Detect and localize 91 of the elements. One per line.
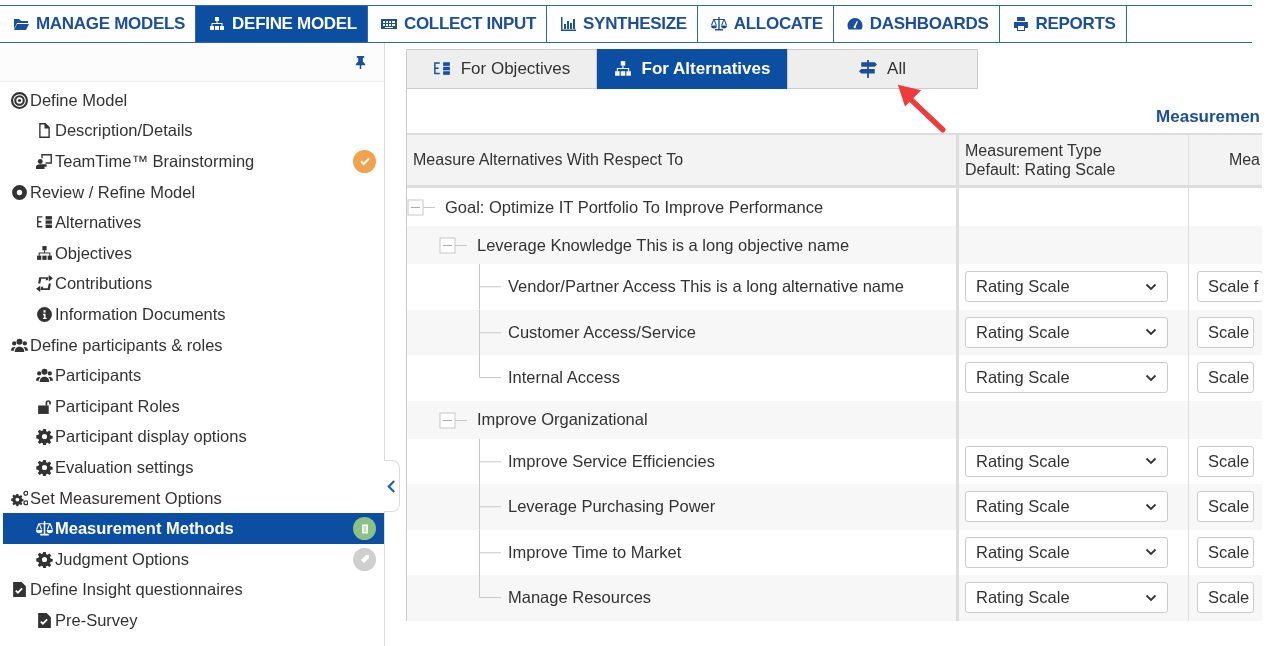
sidebar-item[interactable]: Set Measurement Options [3, 482, 384, 514]
sidebar-item[interactable]: Review / Refine Model [3, 176, 384, 208]
caret-icon [1145, 373, 1157, 382]
lock-icon [36, 397, 53, 415]
collapse-handle[interactable] [384, 460, 400, 512]
tree-line [479, 438, 501, 484]
folder-icon [12, 16, 30, 32]
scale-dropdown[interactable]: Scale [1197, 316, 1255, 348]
sidebar-item[interactable]: Judgment Options [3, 543, 384, 575]
tab[interactable]: For Objectives [406, 49, 597, 89]
measurement-type-dropdown[interactable]: Rating Scale [965, 316, 1168, 348]
document-check-icon [11, 581, 28, 599]
pin-icon[interactable] [353, 54, 368, 70]
arrows-icon [36, 275, 53, 293]
column-header: Measure Alternatives With Respect To [412, 150, 685, 171]
sidebar-item[interactable]: Evaluation settings [3, 452, 384, 483]
scale-dropdown[interactable]: Scale [1197, 582, 1255, 614]
document-badge [353, 517, 376, 541]
sidebar-item[interactable]: Define Model [3, 85, 384, 116]
gear-icon [36, 550, 53, 568]
measurement-type-dropdown[interactable]: Rating Scale [965, 362, 1168, 394]
scale-dropdown[interactable]: Scale [1197, 536, 1255, 568]
sidebar-item[interactable]: Objectives [3, 237, 384, 269]
users-icon [11, 336, 28, 354]
presenter-icon [36, 153, 53, 170]
gauge-icon [845, 16, 864, 32]
tree-node-label: Leverage Knowledge This is a long objective name [477, 235, 850, 255]
sidebar-item[interactable]: Participant Roles [3, 390, 384, 422]
tree-node-label: Vendor/Partner Access This is a long alternative name [508, 277, 904, 297]
caret-icon [1145, 457, 1157, 466]
printer-icon [1011, 16, 1030, 32]
tree-node-label: Manage Resources [508, 588, 652, 608]
users-icon [36, 367, 53, 385]
sidebar-item[interactable]: Participants [3, 360, 384, 391]
gears-icon [11, 489, 28, 507]
scale-dropdown[interactable]: Scale [1197, 445, 1255, 477]
section-title: Measuremen [1156, 107, 1260, 127]
sidebar-item[interactable]: Description/Details [3, 115, 384, 147]
sidebar-item[interactable]: TeamTime™ Brainstorming [3, 146, 384, 177]
scale-dropdown[interactable]: Scale f [1197, 271, 1262, 303]
tree-node-label: Improve Service Efficiencies [508, 451, 715, 471]
caret-icon [1145, 328, 1157, 337]
gear-icon [36, 458, 53, 476]
list-icon [432, 60, 451, 78]
caret-icon [1145, 502, 1157, 511]
sidebar-item[interactable]: Alternatives [3, 207, 384, 238]
sidebar-item[interactable]: Contributions [3, 268, 384, 300]
sitemap-icon [613, 60, 632, 78]
sidebar-item[interactable]: Information Documents [3, 299, 384, 330]
tab[interactable]: For Alternatives [597, 49, 787, 89]
sidebar-item[interactable]: Participant display options [3, 421, 384, 453]
tree-node-label: Goal: Optimize IT Portfolio To Improve Performance [445, 197, 824, 217]
target-icon [11, 91, 28, 109]
document-check-icon [36, 611, 53, 629]
scale-icon [709, 16, 728, 32]
tree-node-label: Customer Access/Service [508, 322, 696, 342]
measurement-type-dropdown[interactable]: Rating Scale [965, 582, 1168, 614]
caret-icon [1145, 282, 1157, 291]
info-icon [36, 305, 53, 323]
sidebar-item[interactable]: Pre-Survey [3, 605, 384, 636]
column-header: Mea [1188, 135, 1262, 185]
bar-chart-icon [559, 16, 578, 32]
measurement-type-dropdown[interactable]: Rating Scale [965, 536, 1168, 568]
signpost-icon [859, 60, 878, 78]
scale-icon [36, 520, 53, 538]
tree-node-label: Internal Access [508, 368, 620, 388]
tab[interactable]: All [787, 49, 978, 89]
scale-dropdown[interactable]: Scale [1197, 362, 1255, 394]
gear-icon [36, 428, 53, 446]
tree-line [479, 484, 501, 530]
sitemap-icon [36, 244, 53, 262]
tree-node-label: Improve Time to Market [508, 542, 682, 562]
caret-icon [1145, 593, 1157, 602]
measurement-type-dropdown[interactable]: Rating Scale [965, 491, 1168, 523]
sidebar-item[interactable]: Define Insight questionnaires [3, 574, 384, 606]
sidebar-item[interactable]: Measurement Methods [3, 513, 384, 544]
column-header: Measurement Type Default: Rating Scale [956, 135, 1188, 185]
sidebar-item[interactable]: Define participants & roles [3, 329, 384, 361]
measurement-type-dropdown[interactable]: Rating Scale [965, 445, 1168, 477]
tag-badge [353, 547, 376, 571]
measurement-type-dropdown[interactable]: Rating Scale [965, 271, 1168, 303]
caret-icon [1145, 548, 1157, 557]
nav-tab[interactable]: DEFINE MODEL [196, 6, 368, 42]
keyboard-icon [379, 16, 398, 32]
scale-dropdown[interactable]: Scale [1197, 491, 1255, 523]
check-badge [353, 150, 376, 173]
tree-node-label: Leverage Purchasing Power [508, 497, 716, 517]
document-icon [36, 122, 53, 140]
tree-line [479, 264, 501, 310]
tree-node-label: Improve Organizational [477, 410, 648, 429]
sitemap-icon [208, 16, 227, 32]
